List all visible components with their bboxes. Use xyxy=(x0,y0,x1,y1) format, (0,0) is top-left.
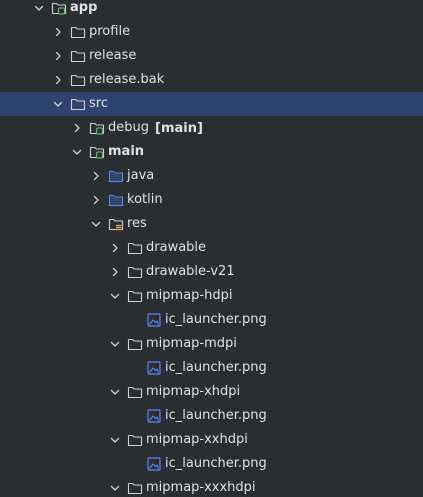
tree-row[interactable]: ic_launcher.png xyxy=(0,452,423,476)
tree-item-label: release.bak xyxy=(89,72,165,87)
source-set-icon xyxy=(89,120,105,136)
tree-item-label: release xyxy=(89,48,137,63)
image-file-icon xyxy=(146,456,162,472)
source-set-icon xyxy=(89,144,105,160)
folder-icon xyxy=(70,72,86,88)
tree-item-label: res xyxy=(127,216,147,231)
resource-folder-icon xyxy=(108,216,124,232)
chevron-down-icon[interactable] xyxy=(69,144,85,160)
tree-row[interactable]: mipmap-mdpi xyxy=(0,332,423,356)
tree-item-label: ic_launcher.png xyxy=(165,360,267,375)
chevron-down-icon[interactable] xyxy=(88,216,104,232)
source-root-icon xyxy=(108,192,124,208)
folder-icon xyxy=(70,96,86,112)
image-file-icon xyxy=(146,408,162,424)
module-folder-icon xyxy=(51,0,67,16)
tree-row[interactable]: main xyxy=(0,140,423,164)
tree-item-label: mipmap-hdpi xyxy=(146,288,233,303)
tree-item-label: mipmap-xxxhdpi xyxy=(146,480,256,495)
tree-item-label: main xyxy=(108,144,145,159)
chevron-down-icon[interactable] xyxy=(107,336,123,352)
folder-icon xyxy=(127,264,143,280)
tree-row[interactable]: profile xyxy=(0,20,423,44)
tree-row[interactable]: release.bak xyxy=(0,68,423,92)
chevron-down-icon[interactable] xyxy=(107,480,123,496)
source-root-icon xyxy=(108,168,124,184)
tree-item-label: mipmap-xxhdpi xyxy=(146,432,248,447)
tree-row[interactable]: mipmap-xxhdpi xyxy=(0,428,423,452)
tree-item-label: kotlin xyxy=(127,192,163,207)
project-tree[interactable]: app profile release release.bak src debug [mai… xyxy=(0,0,423,497)
tree-row[interactable]: mipmap-hdpi xyxy=(0,284,423,308)
tree-item-label: ic_launcher.png xyxy=(165,408,267,423)
folder-icon xyxy=(127,384,143,400)
tree-item-label: ic_launcher.png xyxy=(165,456,267,471)
image-file-icon xyxy=(146,360,162,376)
tree-row[interactable]: res xyxy=(0,212,423,236)
chevron-down-icon[interactable] xyxy=(107,432,123,448)
tree-item-label: debug xyxy=(108,120,149,135)
source-set-tag: [main] xyxy=(155,120,203,136)
chevron-right-icon[interactable] xyxy=(69,120,85,136)
tree-row[interactable]: debug [main] xyxy=(0,116,423,140)
chevron-right-icon[interactable] xyxy=(88,192,104,208)
image-file-icon xyxy=(146,312,162,328)
tree-row[interactable]: release xyxy=(0,44,423,68)
chevron-right-icon[interactable] xyxy=(107,240,123,256)
folder-icon xyxy=(70,48,86,64)
folder-icon xyxy=(70,24,86,40)
chevron-right-icon[interactable] xyxy=(50,48,66,64)
tree-row[interactable]: drawable-v21 xyxy=(0,260,423,284)
chevron-down-icon[interactable] xyxy=(107,288,123,304)
chevron-down-icon[interactable] xyxy=(50,96,66,112)
tree-item-label: drawable xyxy=(146,240,207,255)
folder-icon xyxy=(127,336,143,352)
chevron-down-icon[interactable] xyxy=(31,0,47,16)
tree-row[interactable]: app xyxy=(0,0,423,20)
tree-row[interactable]: ic_launcher.png xyxy=(0,356,423,380)
tree-item-label: ic_launcher.png xyxy=(165,312,267,327)
tree-item-label: src xyxy=(89,96,108,111)
folder-icon xyxy=(127,432,143,448)
folder-icon xyxy=(127,480,143,496)
tree-row[interactable]: ic_launcher.png xyxy=(0,308,423,332)
chevron-right-icon[interactable] xyxy=(50,24,66,40)
tree-row[interactable]: kotlin xyxy=(0,188,423,212)
tree-row[interactable]: drawable xyxy=(0,236,423,260)
chevron-right-icon[interactable] xyxy=(88,168,104,184)
tree-item-label: mipmap-xhdpi xyxy=(146,384,241,399)
tree-item-label: app xyxy=(70,0,98,15)
tree-row[interactable]: java xyxy=(0,164,423,188)
tree-row[interactable]: src xyxy=(0,92,423,116)
folder-icon xyxy=(127,240,143,256)
chevron-down-icon[interactable] xyxy=(107,384,123,400)
tree-row[interactable]: mipmap-xxxhdpi xyxy=(0,476,423,497)
folder-icon xyxy=(127,288,143,304)
chevron-right-icon[interactable] xyxy=(107,264,123,280)
chevron-right-icon[interactable] xyxy=(50,72,66,88)
tree-item-label: profile xyxy=(89,24,131,39)
tree-item-label: java xyxy=(127,168,155,183)
tree-row[interactable]: mipmap-xhdpi xyxy=(0,380,423,404)
tree-item-label: drawable-v21 xyxy=(146,264,235,279)
tree-row[interactable]: ic_launcher.png xyxy=(0,404,423,428)
tree-item-label: mipmap-mdpi xyxy=(146,336,237,351)
